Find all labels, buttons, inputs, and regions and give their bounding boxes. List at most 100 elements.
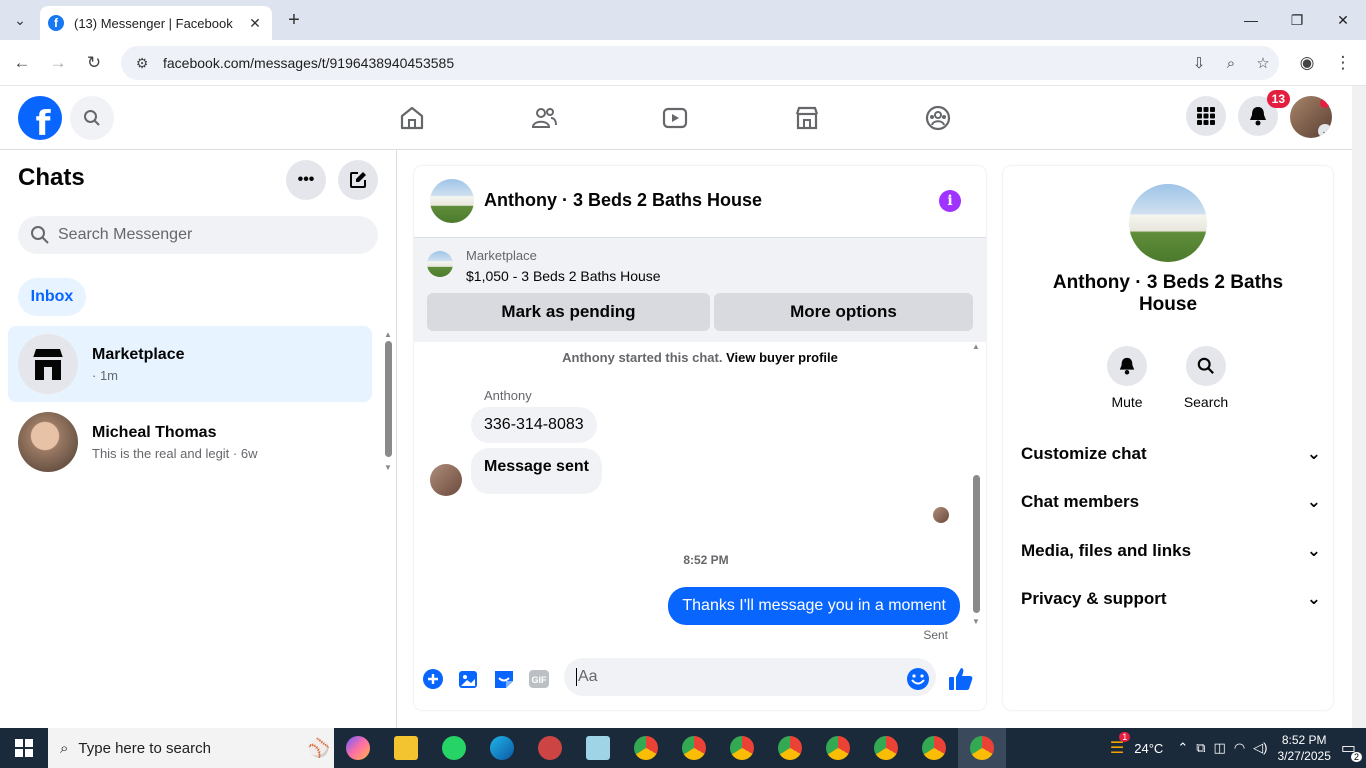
chrome-profile-icon[interactable] xyxy=(862,728,910,768)
listing-thumbnail[interactable] xyxy=(427,251,453,277)
game-app-icon[interactable] xyxy=(526,728,574,768)
marketplace-icon[interactable] xyxy=(785,96,829,140)
taskbar-clock[interactable]: 8:52 PM 3/27/2025 xyxy=(1277,732,1330,764)
network-icon[interactable]: ◫ xyxy=(1214,740,1226,756)
groups-icon[interactable] xyxy=(916,96,960,140)
chat-item-marketplace[interactable]: Marketplace · 1m xyxy=(8,326,372,402)
mute-button[interactable]: Mute xyxy=(1097,346,1157,410)
outgoing-message[interactable]: Thanks I'll message you in a moment xyxy=(668,587,960,625)
facebook-header: f 13 ⌄ xyxy=(0,86,1352,150)
minimize-icon[interactable]: — xyxy=(1228,0,1274,40)
meet-now-icon[interactable]: ⧉ xyxy=(1196,740,1205,756)
tab-close-icon[interactable]: ✕ xyxy=(246,15,264,32)
thumbs-up-icon[interactable] xyxy=(948,666,974,692)
chat-preview: This is the real and legit · 6w xyxy=(92,445,258,461)
conversation-title[interactable]: Anthony · 3 Beds 2 Baths House xyxy=(484,190,762,211)
account-avatar[interactable]: ⌄ xyxy=(1290,96,1332,138)
url-text[interactable]: facebook.com/messages/t/9196438940453585 xyxy=(163,55,1183,71)
tab-title: (13) Messenger | Facebook xyxy=(74,15,233,31)
sender-avatar[interactable] xyxy=(430,464,462,496)
new-message-compose-icon[interactable] xyxy=(338,160,378,200)
chrome-profile-icon[interactable] xyxy=(670,728,718,768)
weather-temp[interactable]: 24°C xyxy=(1134,741,1163,756)
chevron-down-icon: ⌄ xyxy=(1306,444,1321,463)
restore-icon[interactable]: ❐ xyxy=(1274,0,1320,40)
tray-overflow-chevron-icon[interactable]: ⌃ xyxy=(1177,740,1188,756)
privacy-support-section[interactable]: Privacy & support ⌄ xyxy=(1021,579,1321,619)
listing-price-title[interactable]: $1,050 - 3 Beds 2 Baths House xyxy=(466,268,661,284)
chat-members-section[interactable]: Chat members ⌄ xyxy=(1021,482,1321,522)
listing-avatar[interactable] xyxy=(430,179,474,223)
facebook-search-icon[interactable] xyxy=(70,96,114,140)
notes-app-icon[interactable] xyxy=(574,728,622,768)
facebook-logo-icon[interactable]: f xyxy=(18,96,62,140)
thread-scrollbar[interactable]: ▲ ▼ xyxy=(971,342,981,638)
section-label: Privacy & support xyxy=(1021,589,1167,608)
weather-badge: 1 xyxy=(1119,732,1131,742)
listing-profile-photo[interactable] xyxy=(1129,184,1207,262)
windows-start-icon[interactable] xyxy=(0,728,48,768)
chrome-profile-icon[interactable] xyxy=(766,728,814,768)
profile-icon[interactable]: ◉ xyxy=(1293,49,1321,77)
weather-icon[interactable]: ☰ 1 xyxy=(1110,732,1131,758)
video-icon[interactable] xyxy=(653,96,697,140)
taskbar-search-box[interactable]: ⌕ Type here to search ⚾ xyxy=(48,728,334,768)
tab-search-chevron-icon[interactable]: ⌄ xyxy=(6,6,34,34)
conversation-info-icon[interactable]: i xyxy=(939,190,961,212)
emoji-icon[interactable] xyxy=(905,666,931,692)
new-tab-plus-icon[interactable]: + xyxy=(282,8,306,32)
marketplace-label: Marketplace xyxy=(466,248,537,263)
chat-options-ellipsis-icon[interactable]: ••• xyxy=(286,160,326,200)
notifications-bell-icon[interactable]: 13 xyxy=(1238,90,1290,136)
facebook-favicon-icon: f xyxy=(48,15,64,31)
view-buyer-profile-link[interactable]: View buyer profile xyxy=(726,350,838,365)
chrome-active-icon[interactable] xyxy=(958,728,1006,768)
site-info-icon[interactable]: ⚙ xyxy=(127,55,157,72)
page-scrollbar[interactable] xyxy=(1352,86,1366,728)
chats-scrollbar[interactable]: ▲ ▼ xyxy=(383,330,393,478)
customize-chat-section[interactable]: Customize chat ⌄ xyxy=(1021,434,1321,474)
browser-menu-icon[interactable]: ⋮ xyxy=(1329,49,1357,77)
chevron-down-icon: ⌄ xyxy=(1306,492,1321,511)
file-explorer-icon[interactable] xyxy=(382,728,430,768)
incoming-message[interactable]: 336-314-8083 xyxy=(471,407,597,443)
window-close-icon[interactable]: ✕ xyxy=(1320,0,1366,40)
more-options-button[interactable]: More options xyxy=(714,293,973,331)
back-arrow-icon[interactable]: ← xyxy=(8,49,36,77)
wifi-icon[interactable]: ◠ xyxy=(1234,740,1245,756)
chat-start-notice: Anthony started this chat. View buyer pr… xyxy=(414,350,986,365)
home-icon[interactable] xyxy=(390,96,434,140)
inbox-tab[interactable]: Inbox xyxy=(18,278,86,316)
menu-grid-icon[interactable] xyxy=(1186,96,1226,136)
action-center-icon[interactable]: ▭ 2 xyxy=(1341,738,1362,762)
chrome-profile-icon[interactable] xyxy=(718,728,766,768)
whatsapp-icon[interactable] xyxy=(430,728,478,768)
chrome-profile-icon[interactable] xyxy=(910,728,958,768)
reload-icon[interactable]: ↻ xyxy=(80,49,108,77)
mark-as-pending-button[interactable]: Mark as pending xyxy=(427,293,710,331)
system-tray: ☰ 1 24°C ⌃ ⧉ ◫ ◠ ◁) 8:52 PM 3/27/2025 ▭ 2 xyxy=(1110,728,1366,768)
media-files-links-section[interactable]: Media, files and links ⌄ xyxy=(1021,531,1321,571)
gif-icon[interactable]: GIF xyxy=(526,666,552,692)
sticker-icon[interactable] xyxy=(491,666,517,692)
chrome-profile-icon[interactable] xyxy=(814,728,862,768)
chrome-icon[interactable] xyxy=(622,728,670,768)
search-in-conversation-button[interactable]: Search xyxy=(1176,346,1236,410)
message-placeholder: Aa xyxy=(578,668,598,685)
friends-icon[interactable] xyxy=(522,96,566,140)
volume-icon[interactable]: ◁) xyxy=(1253,740,1267,756)
browser-tab[interactable]: f (13) Messenger | Facebook ✕ xyxy=(40,6,272,40)
bookmark-star-icon[interactable]: ☆ xyxy=(1247,54,1279,72)
edge-icon[interactable] xyxy=(478,728,526,768)
incoming-message[interactable]: Message sent xyxy=(471,448,602,494)
chat-item-micheal-thomas[interactable]: Micheal Thomas This is the real and legi… xyxy=(8,404,372,480)
add-plus-icon[interactable] xyxy=(420,666,446,692)
forward-arrow-icon[interactable]: → xyxy=(44,49,72,77)
copilot-icon[interactable] xyxy=(334,728,382,768)
install-app-icon[interactable]: ⇩ xyxy=(1183,54,1215,72)
search-messenger-input[interactable]: Search Messenger xyxy=(18,216,378,254)
photo-icon[interactable] xyxy=(456,666,482,692)
zoom-icon[interactable]: ⌕ xyxy=(1215,55,1247,72)
message-input[interactable]: Aa xyxy=(564,658,936,696)
address-bar[interactable]: ⚙ facebook.com/messages/t/91964389404535… xyxy=(121,46,1279,80)
